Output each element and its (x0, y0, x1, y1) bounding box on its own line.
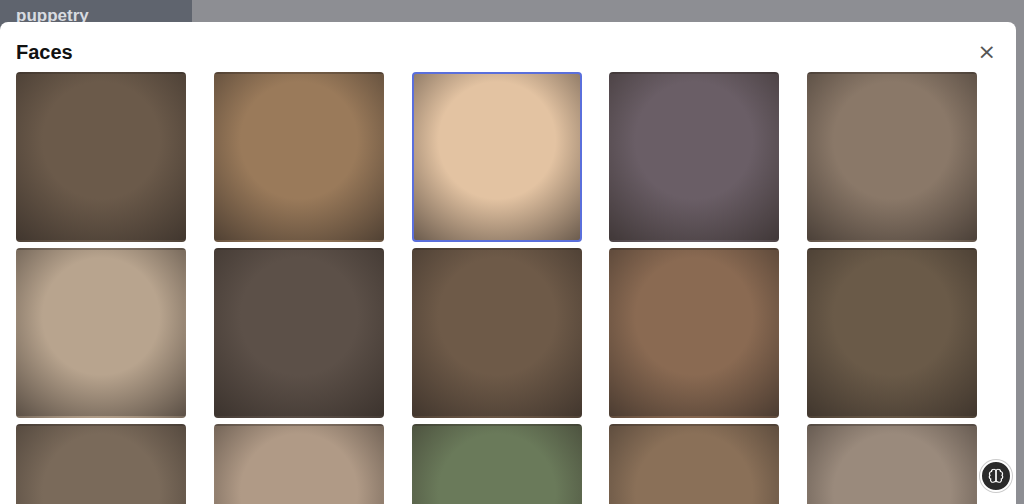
face-card[interactable] (16, 72, 186, 242)
modal-header: Faces × (16, 32, 1000, 72)
face-card[interactable] (214, 248, 384, 418)
faces-modal: Faces × (0, 22, 1016, 504)
face-card[interactable] (807, 248, 977, 418)
face-card[interactable] (412, 424, 582, 504)
face-card[interactable] (609, 72, 779, 242)
face-card[interactable] (412, 248, 582, 418)
face-card[interactable] (214, 72, 384, 242)
face-card[interactable] (609, 248, 779, 418)
face-card[interactable] (16, 424, 186, 504)
face-card[interactable] (807, 72, 977, 242)
face-card[interactable] (807, 424, 977, 504)
brain-icon (987, 467, 1005, 485)
face-card[interactable] (412, 72, 582, 242)
face-card[interactable] (16, 248, 186, 418)
modal-title: Faces (16, 41, 73, 64)
page: puppetry Faces × (0, 0, 1024, 504)
faces-grid (16, 72, 977, 504)
face-card[interactable] (609, 424, 779, 504)
assistant-button[interactable] (980, 460, 1012, 492)
close-button[interactable]: × (974, 41, 1000, 63)
face-card[interactable] (214, 424, 384, 504)
